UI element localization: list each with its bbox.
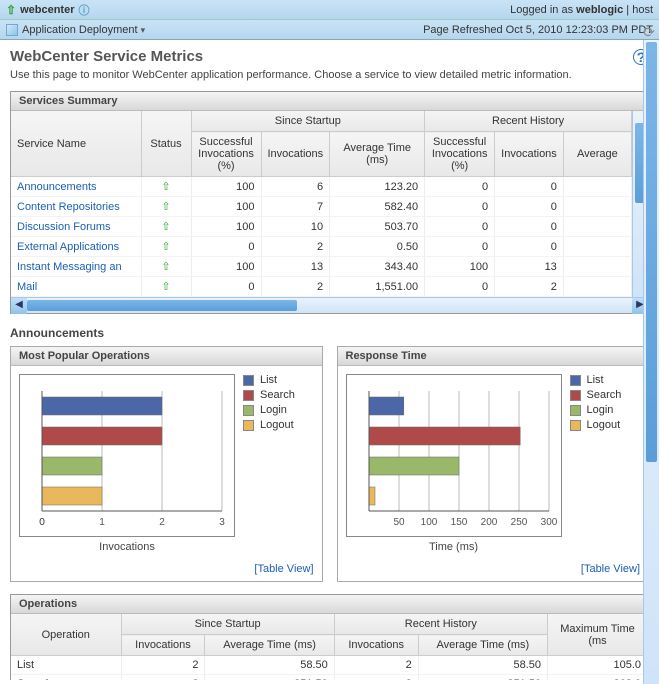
svg-text:2: 2 (159, 517, 165, 528)
services-table: Service Name Status Since Startup Recent… (11, 111, 632, 297)
chart-response-time: 50 100 150 200 250 300 (349, 381, 559, 531)
svg-text:0: 0 (39, 517, 45, 528)
chart2-xlabel: Time (ms) (346, 541, 562, 553)
legend-item: List (570, 374, 622, 386)
svg-text:250: 250 (510, 517, 527, 528)
chart1-xlabel: Invocations (19, 541, 235, 553)
info-icon[interactable]: ⓘ (78, 2, 89, 18)
page-subtitle: Use this page to monitor WebCenter appli… (10, 69, 649, 81)
table-row: Mail⇧021,551.0002 (11, 277, 632, 297)
table-row: Announcements⇧1006123.2000 (11, 177, 632, 197)
svg-text:50: 50 (393, 517, 405, 528)
table-row: Discussion Forums⇧10010503.7000 (11, 217, 632, 237)
legend-item: Logout (570, 419, 622, 431)
operations-panel: Operations Operation Since Startup Recen… (10, 594, 649, 680)
table-row: External Applications⇧020.5000 (11, 237, 632, 257)
legend-item: Search (243, 389, 295, 401)
chart1-title: Most Popular Operations (11, 347, 322, 366)
main-content: WebCenter Service Metrics ? Use this pag… (0, 40, 659, 680)
svg-text:100: 100 (420, 517, 437, 528)
svg-text:1: 1 (99, 517, 105, 528)
deployment-menu[interactable]: Application Deployment ▾ (22, 24, 145, 36)
services-summary-panel: Services Summary Service Name Status Sin… (10, 91, 649, 314)
most-popular-operations-panel: Most Popular Operations 01230 Invocation… (10, 346, 323, 582)
service-name-cell[interactable]: Content Repositories (11, 197, 141, 217)
table-view-link[interactable]: [Table View] (254, 563, 313, 575)
legend-item: Logout (243, 419, 295, 431)
service-name-cell[interactable]: Mail (11, 277, 141, 297)
page-vscroll[interactable] (643, 40, 659, 684)
sub-bar: Application Deployment ▾ Page Refreshed … (0, 20, 659, 40)
chart-most-popular: 01230 (22, 381, 232, 531)
svg-text:300: 300 (540, 517, 557, 528)
page-refreshed: Page Refreshed Oct 5, 2010 12:23:03 PM P… (423, 24, 653, 36)
legend-item: Login (243, 404, 295, 416)
table-row: Content Repositories⇧1007582.4000 (11, 197, 632, 217)
status-cell: ⇧ (141, 177, 191, 197)
services-summary-header: Services Summary (11, 92, 648, 111)
operations-header: Operations (11, 595, 648, 614)
login-info: Logged in as weblogic | host (510, 4, 653, 16)
page-title: WebCenter Service Metrics (10, 48, 203, 65)
table-row: Search2251.502251.50268.0 (11, 675, 648, 681)
status-cell: ⇧ (141, 197, 191, 217)
deployment-icon (6, 24, 18, 36)
service-name-cell[interactable]: Instant Messaging an (11, 257, 141, 277)
services-hscroll[interactable]: ◀ ▶ (11, 297, 648, 313)
service-name-cell[interactable]: External Applications (11, 237, 141, 257)
chart1-legend: List Search Login Logout (243, 374, 295, 553)
status-cell: ⇧ (141, 277, 191, 297)
chevron-down-icon: ▾ (141, 25, 146, 35)
app-name: webcenter (20, 4, 74, 16)
table-row: List258.50258.50105.0 (11, 656, 648, 675)
operations-table: Operation Since Startup Recent History M… (11, 614, 648, 680)
selected-service-title: Announcements (10, 326, 649, 340)
table-row: Instant Messaging an⇧10013343.4010013 (11, 257, 632, 277)
status-cell: ⇧ (141, 237, 191, 257)
chart2-title: Response Time (338, 347, 649, 366)
table-view-link[interactable]: [Table View] (581, 563, 640, 575)
scroll-left-icon[interactable]: ◀ (11, 298, 27, 314)
svg-text:3: 3 (219, 517, 225, 528)
status-cell: ⇧ (141, 257, 191, 277)
service-name-cell[interactable]: Announcements (11, 177, 141, 197)
response-time-panel: Response Time 50 100 150 200 250 300 Time (ms… (337, 346, 650, 582)
service-name-cell[interactable]: Discussion Forums (11, 217, 141, 237)
legend-item: Login (570, 404, 622, 416)
svg-text:200: 200 (480, 517, 497, 528)
svg-text:150: 150 (450, 517, 467, 528)
title-bar: ⇧ webcenter ⓘ Logged in as weblogic | ho… (0, 0, 659, 20)
status-up-icon: ⇧ (6, 3, 16, 17)
legend-item: List (243, 374, 295, 386)
legend-item: Search (570, 389, 622, 401)
refresh-icon[interactable]: ⟳ (643, 24, 655, 41)
chart2-legend: List Search Login Logout (570, 374, 622, 553)
status-cell: ⇧ (141, 217, 191, 237)
